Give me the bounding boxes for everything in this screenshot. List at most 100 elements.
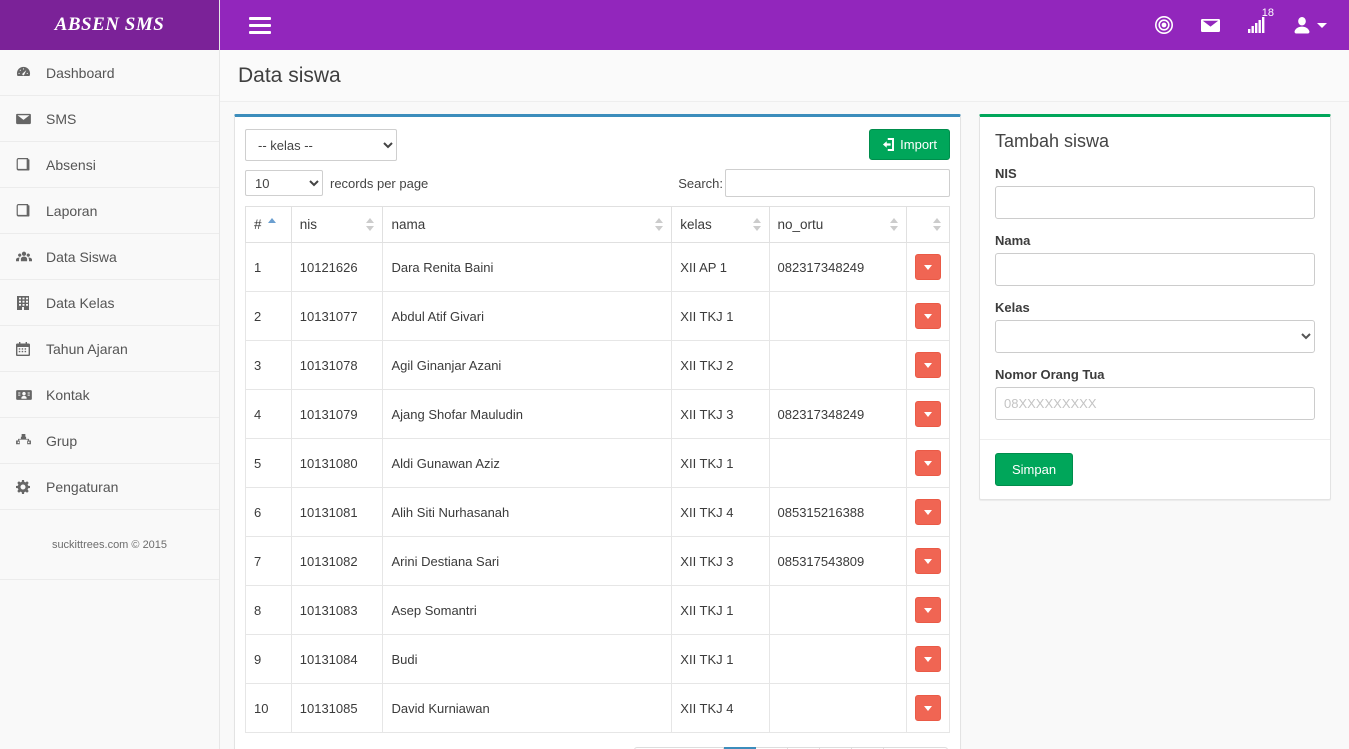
table-header-row: # nis nama kelas no_ortu [245,206,951,243]
column-header-nis[interactable]: nis [290,206,384,243]
cell-num: 5 [245,438,292,488]
cell-nis: 10131079 [290,389,384,439]
sidebar-item-grup[interactable]: Grup [0,418,219,464]
user-menu[interactable] [1280,0,1341,50]
column-header-nama[interactable]: nama [382,206,673,243]
table-row: 9 10131084 Budi XII TKJ 1 [245,634,951,684]
cell-no-ortu: 082317348249 [768,389,907,439]
import-button[interactable]: Import [869,129,950,160]
row-action-dropdown-button[interactable] [914,352,941,378]
sidebar-item-dashboard[interactable]: Dashboard [0,50,219,96]
signal-badge: 18 [1261,7,1274,19]
records-per-page-label: records per page [330,175,429,191]
sidebar-item-label: Data Kelas [46,294,115,311]
nomor-orang-tua-field[interactable] [995,387,1315,420]
column-header-kelas[interactable]: kelas [671,206,770,243]
sidebar-item-label: Data Siswa [46,248,117,265]
form-group-nama: Nama [995,233,1315,286]
table-row: 2 10131077 Abdul Atif Givari XII TKJ 1 [245,291,951,341]
bullseye-icon[interactable] [1141,0,1187,50]
search-control: Search: [678,169,950,197]
cell-nis: 10131082 [290,536,384,586]
column-header-num[interactable]: # [245,206,292,243]
form-group-nis: NIS [995,166,1315,219]
cell-actions [905,438,951,488]
users-icon [16,249,38,265]
nis-field[interactable] [995,186,1315,219]
row-action-dropdown-button[interactable] [914,450,941,476]
column-header-no-ortu[interactable]: no_ortu [768,206,907,243]
cell-kelas: XII TKJ 1 [671,291,770,341]
add-student-footer: Simpan [980,439,1330,499]
row-action-dropdown-button[interactable] [914,597,941,623]
students-table-head: # nis nama kelas no_ortu [245,206,951,243]
nama-label: Nama [995,233,1031,248]
search-input[interactable] [725,169,950,197]
envelope-icon [16,111,38,127]
navbar-actions: 18 [1141,0,1341,50]
row-action-dropdown-button[interactable] [914,303,941,329]
sidebar-item-label: Kontak [46,386,90,403]
table-row: 6 10131081 Alih Siti Nurhasanah XII TKJ 4 08… [245,487,951,537]
cell-kelas: XII TKJ 2 [671,340,770,390]
sidebar-item-laporan[interactable]: Laporan [0,188,219,234]
menu-icon[interactable] [240,0,280,50]
sidebar-item-label: Absensi [46,156,96,173]
caret-down-icon [923,509,932,515]
sort-icon [889,217,899,232]
cell-nis: 10131077 [290,291,384,341]
nama-field[interactable] [995,253,1315,286]
kelas-filter-select[interactable]: -- kelas -- [245,129,397,161]
nomor-orang-tua-label: Nomor Orang Tua [995,367,1105,382]
sidebar-item-pengaturan[interactable]: Pengaturan [0,464,219,510]
row-action-dropdown-button[interactable] [914,499,941,525]
sidebar: ABSEN SMS Dashboard SMS Absensi Laporan [0,0,220,749]
row-action-dropdown-button[interactable] [914,646,941,672]
row-action-dropdown-button[interactable] [914,254,941,280]
cell-actions [905,389,951,439]
sidebar-item-tahun-ajaran[interactable]: Tahun Ajaran [0,326,219,372]
address-book-icon [16,387,38,403]
cell-num: 6 [245,487,292,537]
cell-nis: 10131083 [290,585,384,635]
cell-nama: Dara Renita Baini [382,242,673,292]
sign-in-icon [883,138,895,151]
cell-no-ortu: 085317543809 [768,536,907,586]
sidebar-item-absensi[interactable]: Absensi [0,142,219,188]
column-header-label: nama [391,217,426,232]
students-table-body: 1 10121626 Dara Renita Baini XII AP 1 082317… [245,242,951,733]
kelas-field[interactable] [995,320,1315,353]
table-footer: Showing 1 to 10 of 1,683 entries ← Previ… [245,733,950,749]
cell-nama: Asep Somantri [382,585,673,635]
cell-nis: 10131081 [290,487,384,537]
sidebar-item-sms[interactable]: SMS [0,96,219,142]
sort-icon [366,217,375,232]
calendar-icon [16,341,38,357]
sidebar-item-kontak[interactable]: Kontak [0,372,219,418]
signal-icon[interactable]: 18 [1234,0,1280,50]
save-button[interactable]: Simpan [995,453,1074,486]
panels-row: -- kelas -- Import 10 records per page S… [220,102,1349,749]
caret-down-icon [923,558,932,564]
form-group-nomor-orang-tua: Nomor Orang Tua [995,367,1315,420]
cell-actions [905,536,951,586]
cell-kelas: XII TKJ 1 [671,634,770,684]
row-action-dropdown-button[interactable] [914,695,941,721]
row-action-dropdown-button[interactable] [914,548,941,574]
column-header-actions[interactable] [905,206,951,243]
table-row: 5 10131080 Aldi Gunawan Aziz XII TKJ 1 [245,438,951,488]
cell-kelas: XII TKJ 1 [671,438,770,488]
row-action-dropdown-button[interactable] [914,401,941,427]
records-per-page-select[interactable]: 10 [245,170,323,196]
table-row: 10 10131085 David Kurniawan XII TKJ 4 [245,683,951,733]
table-row: 4 10131079 Ajang Shofar Mauludin XII TKJ 30… [245,389,951,439]
sidebar-item-data-kelas[interactable]: Data Kelas [0,280,219,326]
sidebar-item-data-siswa[interactable]: Data Siswa [0,234,219,280]
cell-actions [905,585,951,635]
page-root: ABSEN SMS Dashboard SMS Absensi Laporan [0,0,1349,749]
building-icon [16,295,38,311]
caret-down-icon [923,264,932,270]
envelope-icon[interactable] [1187,0,1234,50]
data-table-panel-body: -- kelas -- Import 10 records per page S… [235,117,960,749]
app-logo[interactable]: ABSEN SMS [0,0,219,50]
